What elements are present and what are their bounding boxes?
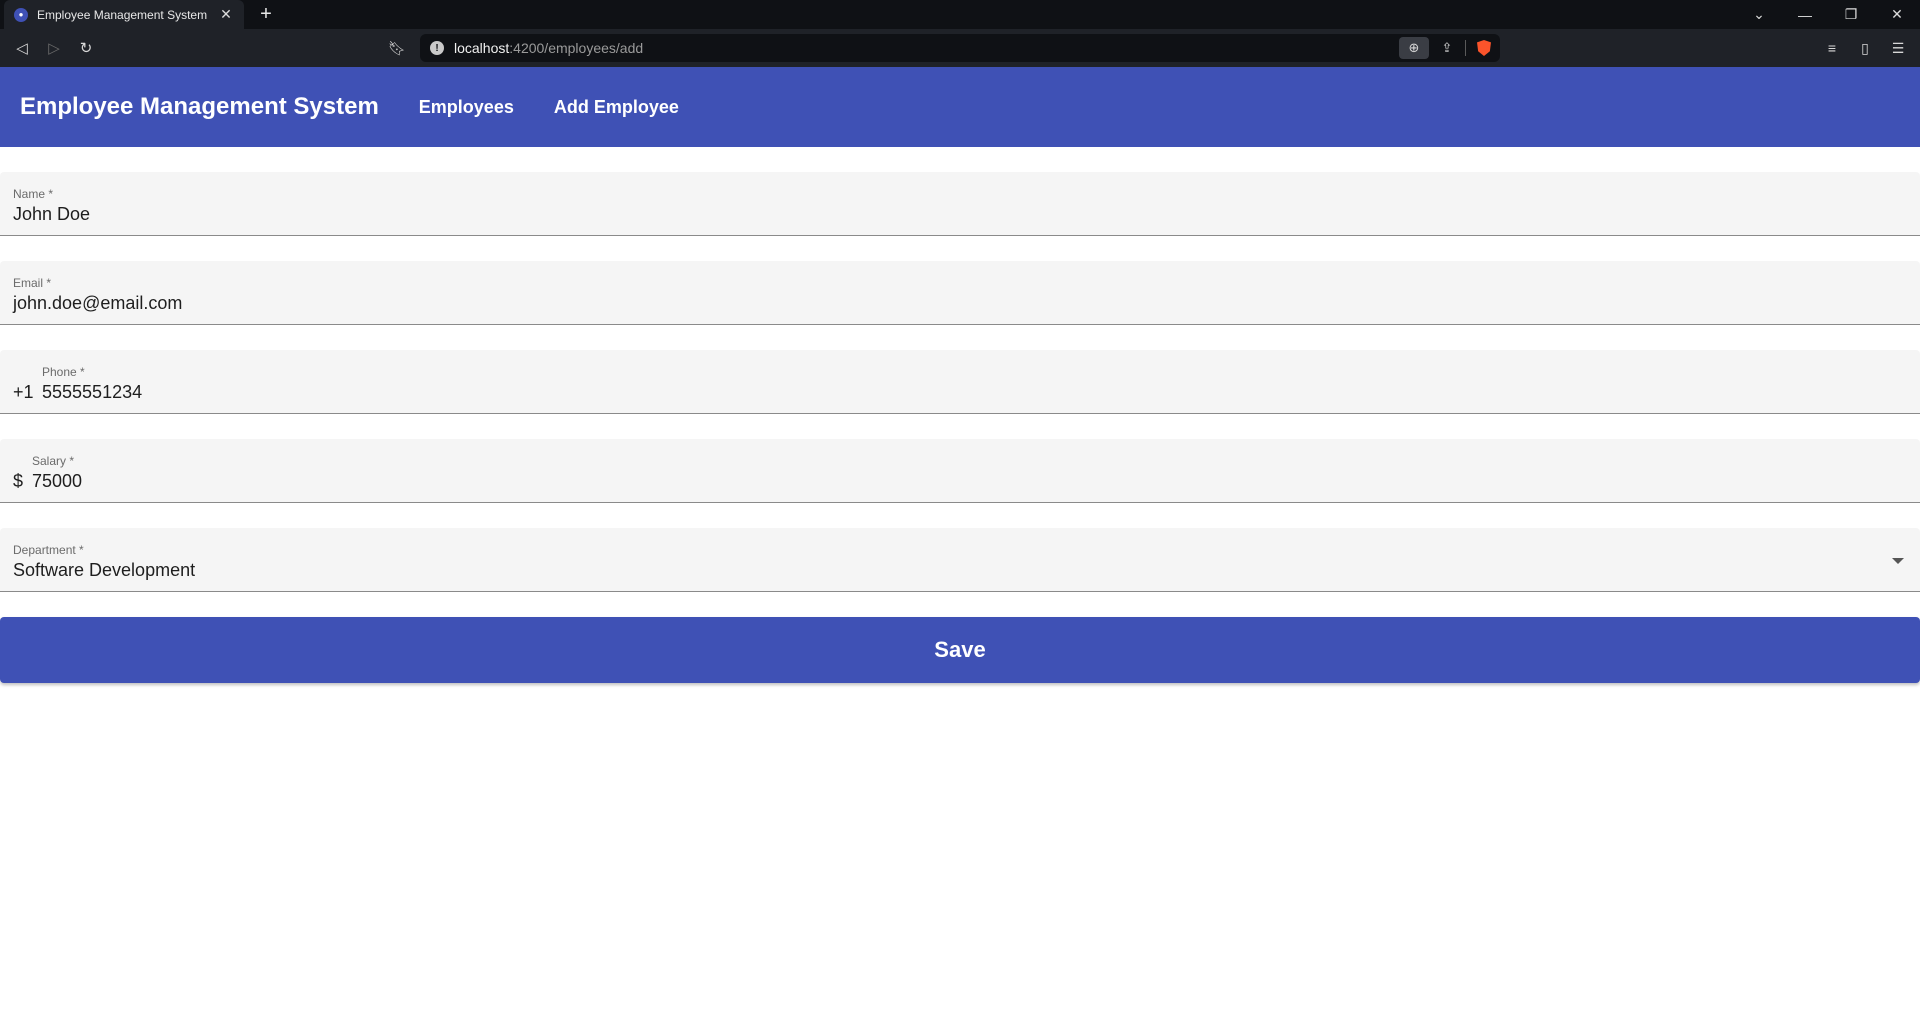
share-icon[interactable]: ⇪	[1435, 37, 1459, 59]
playlist-icon[interactable]: ≡	[1822, 38, 1842, 58]
forward-icon[interactable]: ▷	[43, 37, 65, 59]
add-employee-form: Name * John Doe Email * john.doe@email.c…	[0, 172, 1920, 683]
department-value[interactable]: Software Development	[13, 560, 195, 581]
browser-tab[interactable]: ● Employee Management System ✕	[4, 0, 244, 29]
phone-input[interactable]: 5555551234	[42, 382, 142, 403]
browser-toolbar: ◁ ▷ ↻ 🔖︎ ! localhost:4200/employees/add …	[0, 29, 1920, 67]
department-select[interactable]: Department * Software Development	[0, 528, 1920, 592]
email-input[interactable]: john.doe@email.com	[13, 293, 182, 314]
address-bar-actions: ⊕ ⇪	[1399, 36, 1496, 60]
app-header: Employee Management System Employees Add…	[0, 67, 1920, 147]
department-label: Department *	[13, 543, 84, 557]
reload-icon[interactable]: ↻	[75, 37, 97, 59]
nav-link-add-employee[interactable]: Add Employee	[534, 89, 699, 126]
phone-field[interactable]: Phone * +1 5555551234	[0, 350, 1920, 414]
tab-search-chevron-icon[interactable]: ⌄	[1736, 0, 1782, 29]
name-input[interactable]: John Doe	[13, 204, 90, 225]
name-field[interactable]: Name * John Doe	[0, 172, 1920, 236]
tab-title: Employee Management System	[37, 7, 208, 22]
salary-label: Salary *	[32, 454, 75, 468]
new-tab-plus-icon[interactable]: +	[256, 4, 276, 24]
app-favicon-icon: ●	[14, 7, 28, 22]
salary-prefix: $	[13, 471, 24, 491]
bookmark-icon[interactable]: 🔖︎	[388, 38, 406, 58]
salary-input[interactable]: 75000	[32, 471, 82, 492]
url-host: localhost	[454, 40, 510, 56]
menu-icon[interactable]: ☰	[1888, 38, 1908, 58]
phone-prefix: +1	[13, 382, 34, 402]
save-button[interactable]: Save	[0, 617, 1920, 683]
zoom-icon[interactable]: ⊕	[1399, 37, 1429, 59]
nav-link-employees[interactable]: Employees	[399, 89, 534, 126]
close-tab-icon[interactable]: ✕	[218, 6, 234, 23]
site-info-icon[interactable]: !	[430, 41, 444, 55]
app-title: Employee Management System	[20, 93, 379, 120]
sidebar-icon[interactable]: ▯	[1855, 38, 1875, 58]
back-icon[interactable]: ◁	[11, 37, 33, 59]
address-bar[interactable]: ! localhost:4200/employees/add ⊕ ⇪	[420, 34, 1500, 62]
phone-label: Phone *	[42, 365, 85, 379]
email-field[interactable]: Email * john.doe@email.com	[0, 261, 1920, 325]
email-label: Email *	[13, 276, 52, 290]
minimize-icon[interactable]: —	[1782, 0, 1828, 29]
salary-field[interactable]: Salary * $ 75000	[0, 439, 1920, 503]
window-close-icon[interactable]: ✕	[1874, 0, 1920, 29]
browser-tab-bar: ● Employee Management System ✕ + ⌄ — ❐ ✕	[0, 0, 1920, 29]
divider	[1465, 40, 1466, 56]
name-label: Name *	[13, 187, 54, 201]
brave-shields-icon[interactable]	[1472, 37, 1496, 59]
dropdown-arrow-icon[interactable]	[1892, 558, 1904, 564]
restore-icon[interactable]: ❐	[1828, 0, 1874, 29]
url-path: :4200/employees/add	[509, 40, 644, 56]
